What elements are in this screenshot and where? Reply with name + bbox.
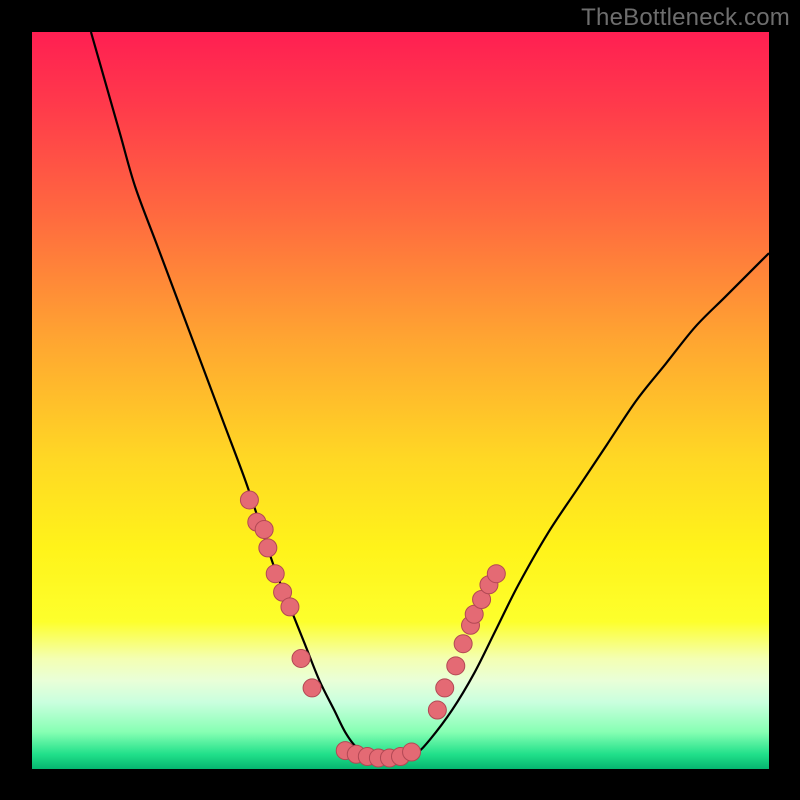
marker-dot <box>281 598 299 616</box>
marker-dot <box>240 491 258 509</box>
bottleneck-curve <box>91 32 769 758</box>
marker-dot <box>259 539 277 557</box>
marker-dot <box>454 635 472 653</box>
chart-markers <box>240 491 505 767</box>
marker-dot <box>403 743 421 761</box>
marker-dot <box>266 565 284 583</box>
marker-dot <box>428 701 446 719</box>
chart-svg <box>32 32 769 769</box>
marker-dot <box>447 657 465 675</box>
watermark-text: TheBottleneck.com <box>581 4 790 32</box>
plot-area <box>32 32 769 769</box>
chart-frame: TheBottleneck.com <box>0 0 800 800</box>
marker-dot <box>303 679 321 697</box>
marker-dot <box>255 520 273 538</box>
marker-dot <box>436 679 454 697</box>
marker-dot <box>292 649 310 667</box>
marker-dot <box>487 565 505 583</box>
